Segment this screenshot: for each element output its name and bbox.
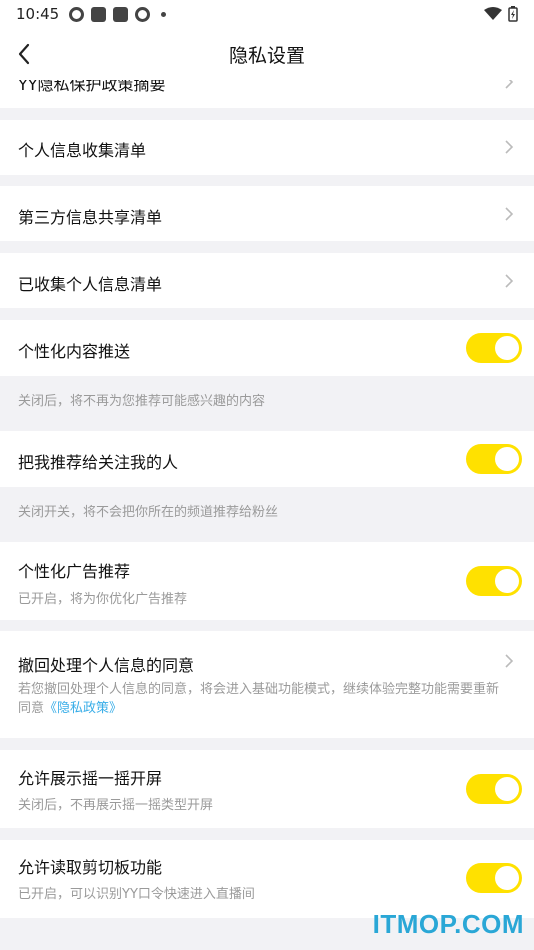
chevron-right-icon [505,140,514,154]
recommend-me-note: 关闭开关，将不会把你所在的频道推荐给粉丝 [0,487,534,542]
personalized-content-hint: 关闭后，将不再为您推荐可能感兴趣的内容 [18,394,266,409]
chevron-right-icon [505,274,514,288]
chevron-right-icon [505,80,514,89]
toggle-knob [495,777,519,801]
notification-icon [69,6,85,22]
clipboard-hint: 已开启，可以识别YY口令快速进入直播间 [18,887,255,902]
battery-icon [508,6,518,22]
clipboard-label: 允许读取剪切板功能 [18,858,163,877]
toggle-knob [495,569,519,593]
notification-icon [91,6,107,22]
personalized-ads-row: 个性化广告推荐 已开启，将为你优化广告推荐 [0,542,534,620]
third-party-share-label: 第三方信息共享清单 [18,208,163,227]
personal-info-collect-label: 个人信息收集清单 [18,141,147,160]
collected-info-label: 已收集个人信息清单 [18,275,163,294]
revoke-consent-label: 撤回处理个人信息的同意 [18,656,195,675]
nav-bar: 隐私设置 [0,28,534,80]
clipboard-toggle[interactable] [466,863,522,893]
personalized-content-toggle[interactable] [466,333,522,363]
personalized-ads-label: 个性化广告推荐 [18,562,131,581]
chevron-right-icon [505,654,514,668]
more-notifications-icon [161,11,167,17]
toggle-knob [495,866,519,890]
clipboard-row: 允许读取剪切板功能 已开启，可以识别YY口令快速进入直播间 [0,840,534,918]
privacy-summary-label: YY隐私保护政策摘要 [18,80,166,94]
shake-splash-row: 允许展示摇一摇开屏 关闭后，不再展示摇一摇类型开屏 [0,750,534,828]
notification-icon [135,6,151,22]
chevron-right-icon [505,207,514,221]
toggle-knob [495,336,519,360]
personalized-content-note: 关闭后，将不再为您推荐可能感兴趣的内容 [0,376,534,431]
recommend-me-hint: 关闭开关，将不会把你所在的频道推荐给粉丝 [18,505,279,520]
recommend-me-row: 把我推荐给关注我的人 [0,431,534,487]
notification-icon [113,6,129,22]
recommend-me-toggle[interactable] [466,444,522,474]
back-arrow-icon[interactable] [14,40,36,68]
recommend-me-label: 把我推荐给关注我的人 [18,453,179,472]
shake-splash-label: 允许展示摇一摇开屏 [18,769,163,788]
status-time: 10:45 [16,5,60,23]
shake-splash-toggle[interactable] [466,774,522,804]
collected-info-row[interactable]: 已收集个人信息清单 [0,253,534,308]
page-title: 隐私设置 [228,44,305,67]
personalized-content-row: 个性化内容推送 [0,320,534,376]
revoke-consent-hint: 若您撤回处理个人信息的同意，将会进入基础功能模式，继续体验完整功能需要重新 同意… [18,680,520,718]
third-party-share-row[interactable]: 第三方信息共享清单 [0,186,534,241]
revoke-consent-hint-prefix: 同意 [18,701,45,716]
privacy-policy-link[interactable]: 《隐私政策》 [44,701,122,716]
personalized-content-label: 个性化内容推送 [18,342,131,361]
personalized-ads-toggle[interactable] [466,566,522,596]
wifi-icon [484,7,502,20]
personal-info-collect-row[interactable]: 个人信息收集清单 [0,120,534,175]
privacy-summary-row[interactable]: YY隐私保护政策摘要 [0,80,534,108]
status-bar: 10:45 [0,0,534,28]
revoke-consent-hint-line1: 若您撤回处理个人信息的同意，将会进入基础功能模式，继续体验完整功能需要重新 [18,682,500,697]
toggle-knob [495,447,519,471]
shake-splash-hint: 关闭后，不再展示摇一摇类型开屏 [18,798,214,813]
revoke-consent-row[interactable]: 撤回处理个人信息的同意 若您撤回处理个人信息的同意，将会进入基础功能模式，继续体… [0,631,534,738]
personalized-ads-hint: 已开启，将为你优化广告推荐 [18,592,188,607]
watermark: ITMOP.COM [372,909,524,939]
